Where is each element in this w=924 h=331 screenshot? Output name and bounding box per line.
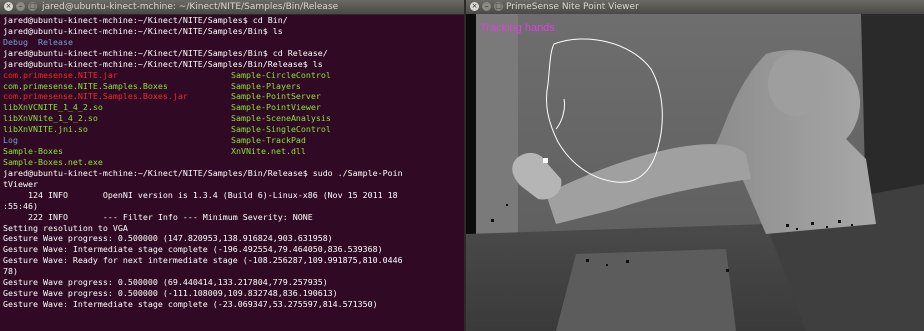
- close-icon[interactable]: ×: [470, 2, 479, 11]
- program-output: jared@ubuntu-kinect-mchine:~/Kinect/NITE…: [3, 168, 464, 310]
- viewer-window-title: PrimeSense Nite Point Viewer: [506, 2, 639, 12]
- terminal-line: Gesture Wave: Ready for next intermediat…: [3, 255, 403, 266]
- file-entry: Sample-Boxes: [3, 146, 63, 157]
- file-entry: Sample-TrackPad: [231, 135, 306, 146]
- file-entry: Sample-PointViewer: [231, 102, 321, 113]
- file-entry: Sample-PointServer: [231, 91, 321, 102]
- minimize-icon[interactable]: –: [16, 2, 25, 11]
- depth-person-head: [768, 52, 824, 116]
- hand-point-marker: [543, 158, 548, 163]
- viewer-titlebar[interactable]: × – □ PrimeSense Nite Point Viewer: [466, 0, 924, 15]
- minimize-icon[interactable]: –: [482, 2, 491, 11]
- terminal-line: jared@ubuntu-kinect-mchine:~/Kinect/NITE…: [3, 58, 323, 69]
- terminal-line: Gesture Wave progress: 0.500000 (-111.10…: [3, 288, 338, 299]
- terminal-line: jared@ubuntu-kinect-mchine:~/Kinect/NITE…: [3, 25, 283, 36]
- terminal-output[interactable]: jared@ubuntu-kinect-mchine:~/Kinect/NITE…: [0, 15, 464, 331]
- file-entry: Sample-Boxes.net.exe: [3, 156, 103, 167]
- terminal-line: Gesture Wave progress: 0.500000 (69.4404…: [3, 277, 328, 288]
- ls-row: com.primesense.NITE.Samples.Boxes Sample-…: [3, 81, 464, 92]
- file-entry: Sample-SceneAnalysis: [231, 113, 331, 124]
- terminal-titlebar[interactable]: × – □ jared@ubuntu-kinect-mchine: ~/Kine…: [0, 0, 464, 15]
- file-entry: libXnVNITE.jni.so: [3, 124, 88, 135]
- dir-entry: Debug: [3, 36, 28, 47]
- ls-row: Log Sample-TrackPad: [3, 135, 464, 146]
- terminal-line: 222 INFO --- Filter Info --- Minimum Sev…: [3, 211, 313, 222]
- file-entry: Log: [3, 135, 18, 146]
- depth-image[interactable]: [466, 14, 924, 331]
- terminal-line: Setting resolution to VGA: [3, 222, 128, 233]
- terminal-line: Gesture Wave: Intermediate stage complet…: [3, 298, 378, 309]
- ls-dirs-line: Debug Release: [3, 37, 464, 48]
- ls-row: libXnVCNITE_1_4_2.so Sample-PointViewer: [3, 102, 464, 113]
- tracking-status-label: Tracking hands: [480, 22, 555, 34]
- file-entry: XnVNite.net.dll: [231, 146, 306, 157]
- maximize-icon[interactable]: □: [28, 2, 37, 11]
- dir-entry: Release: [37, 36, 73, 47]
- terminal-window[interactable]: × – □ jared@ubuntu-kinect-mchine: ~/Kine…: [0, 0, 464, 331]
- terminal-line: jared@ubuntu-kinect-mchine:~/Kinect/NITE…: [3, 15, 288, 25]
- file-entry: Sample-Players: [231, 80, 301, 91]
- ls-row: Sample-Boxes.net.exe: [3, 157, 464, 168]
- file-entry: com.primesense.NITE.Samples.Boxes: [3, 80, 168, 91]
- file-entry: Sample-SingleControl: [231, 124, 331, 135]
- viewer-window[interactable]: × – □ PrimeSense Nite Point Viewer Track…: [466, 0, 924, 331]
- file-entry: libXnVNite_1_4_2.so: [3, 113, 98, 124]
- depth-desk: [556, 249, 736, 331]
- terminal-line: Gesture Wave progress: 0.500000 (147.820…: [3, 233, 333, 244]
- file-entry: Sample-CircleControl: [231, 69, 331, 80]
- close-icon[interactable]: ×: [4, 2, 13, 11]
- terminal-line: jared@ubuntu-kinect-mchine:~/Kinect/NITE…: [3, 167, 403, 178]
- maximize-icon[interactable]: □: [494, 2, 503, 11]
- ls-row: com.primesense.NITE.jar Sample-CircleCont…: [3, 70, 464, 81]
- terminal-line: :55:46): [3, 200, 38, 211]
- terminal-line: tViewer: [3, 178, 38, 189]
- file-entry: com.primesense.NITE.Samples.Boxes.jar: [3, 91, 188, 102]
- file-entry: libXnVCNITE_1_4_2.so: [3, 102, 103, 113]
- ls-row: com.primesense.NITE.Samples.Boxes.jar Sam…: [3, 91, 464, 102]
- ls-listing: com.primesense.NITE.jar Sample-CircleCont…: [3, 70, 464, 168]
- file-entry: com.primesense.NITE.jar: [3, 69, 118, 80]
- ls-row: libXnVNite_1_4_2.so Sample-SceneAnalysis: [3, 113, 464, 124]
- terminal-line: Gesture Wave: Intermediate stage complet…: [3, 244, 383, 255]
- terminal-line: 78): [3, 266, 18, 277]
- ls-row: Sample-Boxes XnVNite.net.dll: [3, 146, 464, 157]
- terminal-line: 124 INFO OpenNI version is 1.3.4 (Build …: [3, 189, 398, 200]
- ls-row: libXnVNITE.jni.so Sample-SingleControl: [3, 124, 464, 135]
- terminal-window-title: jared@ubuntu-kinect-mchine: ~/Kinect/NIT…: [42, 2, 339, 12]
- terminal-line: jared@ubuntu-kinect-mchine:~/Kinect/NITE…: [3, 47, 328, 58]
